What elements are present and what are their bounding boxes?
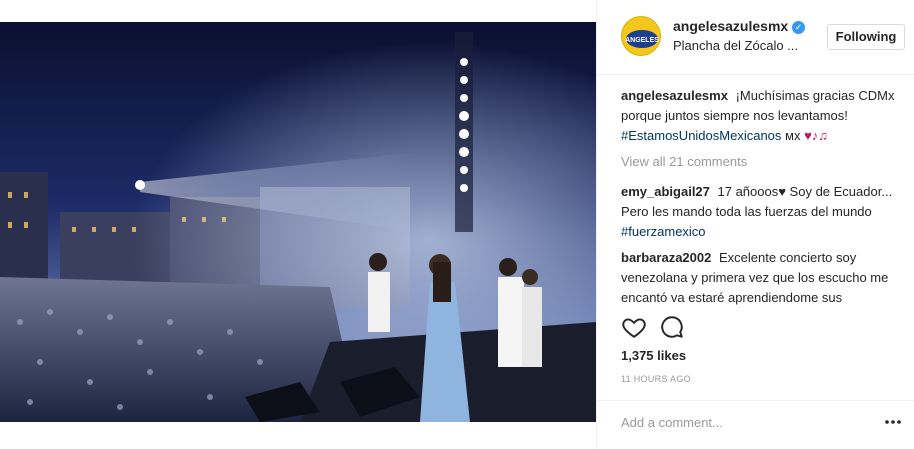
svg-text:ANGELES: ANGELES <box>625 37 659 44</box>
caption-username[interactable]: angelesazulesmx <box>621 88 728 103</box>
heart-outline-icon[interactable] <box>621 314 647 340</box>
location-link[interactable]: Plancha del Zócalo ... <box>673 38 798 53</box>
caption: angelesazulesmx ¡Muchísimas gracias CDMx… <box>621 86 899 146</box>
comment-username[interactable]: barbaraza2002 <box>621 250 711 265</box>
view-all-comments-link[interactable]: View all 21 comments <box>621 152 899 172</box>
likes-count[interactable]: 1,375 likes <box>621 348 686 363</box>
add-comment-input[interactable] <box>621 411 861 433</box>
avatar[interactable]: ANGELES <box>621 16 661 56</box>
caption-emoji: ♥♪♫ <box>804 128 829 143</box>
post-side-panel: ANGELES angelesazulesmx ✓ Plancha del Zóc… <box>596 0 914 449</box>
caption-suffix: мх <box>781 128 805 143</box>
comment-bubble-icon[interactable] <box>659 314 685 340</box>
post-timestamp[interactable]: 11 HOURS AGO <box>621 374 691 384</box>
verified-badge-icon: ✓ <box>792 21 806 34</box>
caption-hashtag[interactable]: #EstamosUnidosMexicanos <box>621 128 781 143</box>
post-media-column <box>0 0 596 449</box>
username[interactable]: angelesazulesmx ✓ <box>673 18 806 34</box>
comment-username[interactable]: emy_abigail27 <box>621 184 710 199</box>
comment-item: barbaraza2002 Excelente concierto soy ve… <box>621 248 899 306</box>
following-button[interactable]: Following <box>827 24 905 50</box>
post-header: ANGELES angelesazulesmx ✓ Plancha del Zóc… <box>597 0 914 75</box>
add-comment-section <box>597 400 914 442</box>
more-options-icon[interactable] <box>883 413 903 431</box>
post-photo[interactable] <box>0 22 596 422</box>
comments-section: angelesazulesmx ¡Muchísimas gracias CDMx… <box>621 86 899 306</box>
comment-item: emy_abigail27 17 añooos♥ Soy de Ecuador.… <box>621 182 899 242</box>
comment-hashtag[interactable]: #fuerzamexico <box>621 224 706 239</box>
